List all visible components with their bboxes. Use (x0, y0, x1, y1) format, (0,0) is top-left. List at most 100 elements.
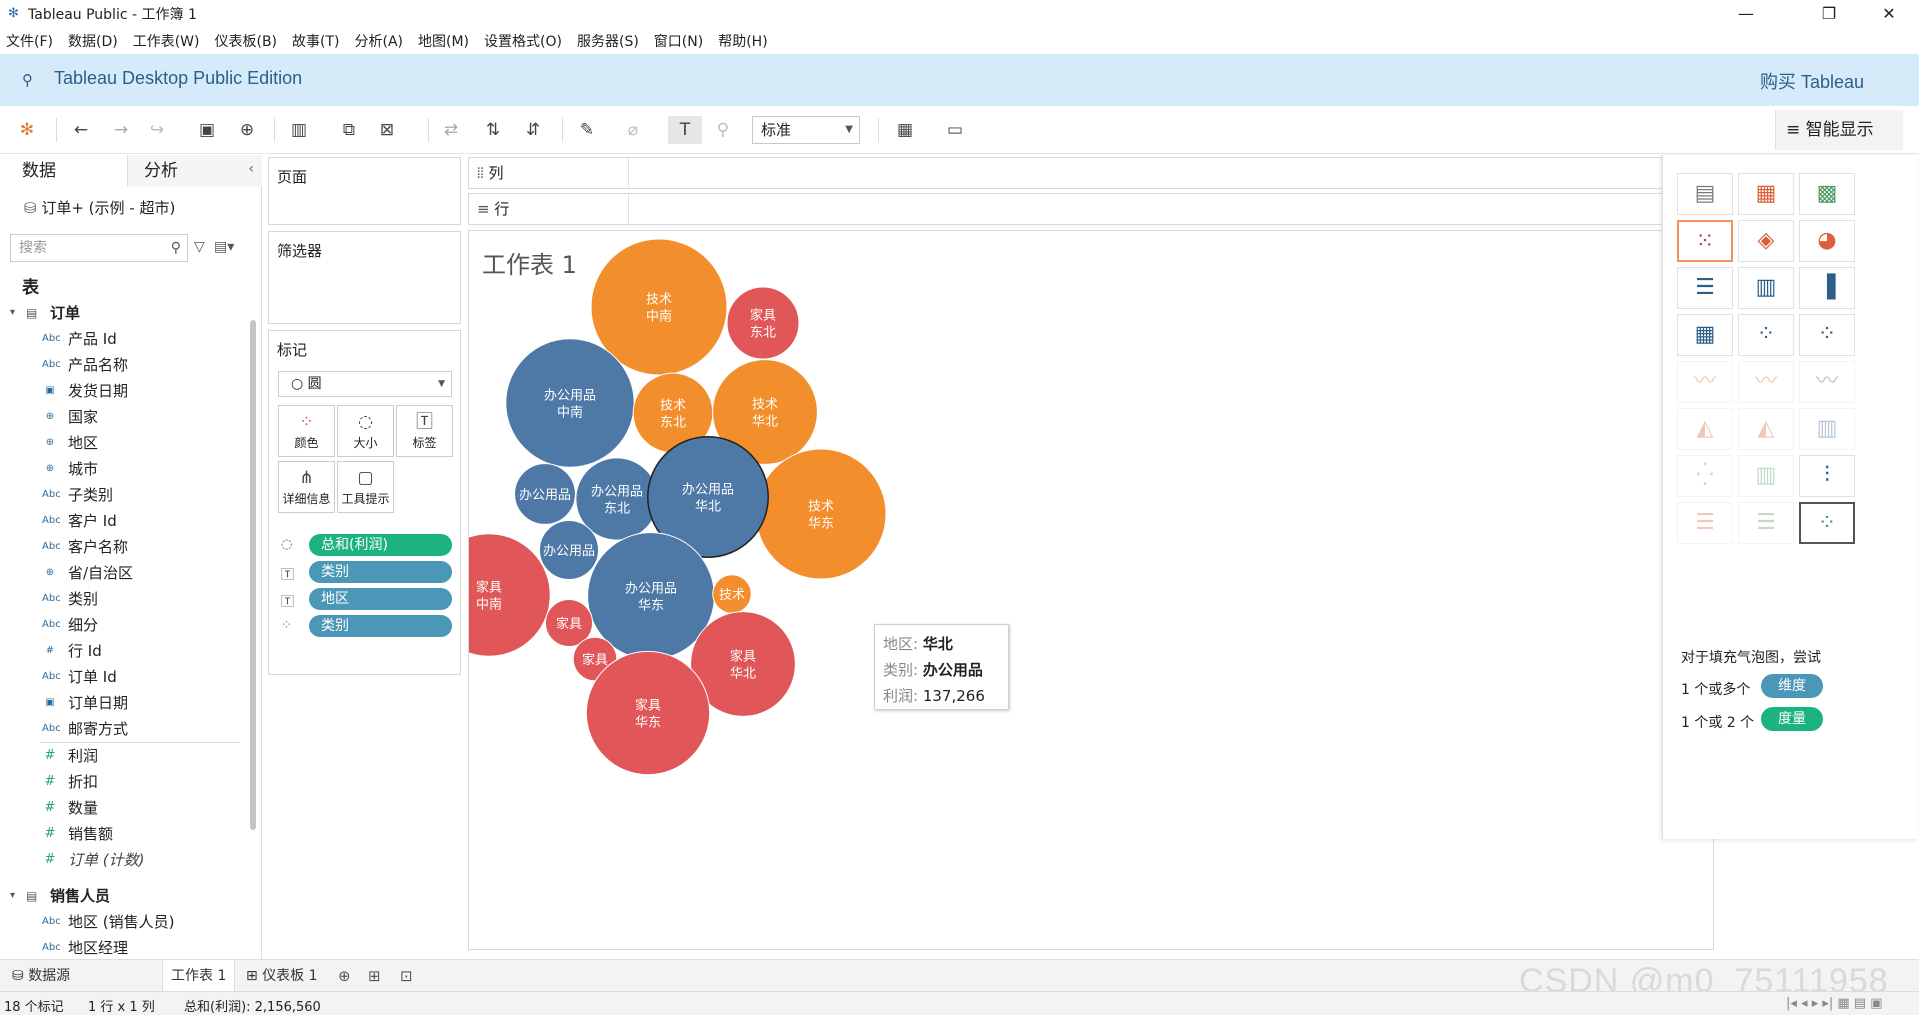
field-item[interactable]: Abc 邮寄方式 (0, 716, 248, 742)
dual-line-thumb[interactable]: 〰 (1799, 361, 1855, 403)
filters-card[interactable]: 筛选器 (268, 231, 461, 324)
save-icon[interactable]: ▣ (196, 118, 218, 142)
search-input[interactable]: 搜索 ⚲ (10, 234, 188, 262)
pages-card[interactable]: 页面 (268, 157, 461, 225)
field-item[interactable]: # 行 Id (0, 638, 248, 664)
new-datasource-icon[interactable]: ⊕ (236, 118, 258, 142)
show-labels-icon[interactable]: T (668, 116, 702, 144)
fix-axes-icon[interactable]: ⚲ (712, 118, 734, 142)
tab-datasource[interactable]: ⛁ 数据源 (4, 960, 78, 992)
field-item[interactable]: Abc 细分 (0, 612, 248, 638)
side-by-side-bar-thumb[interactable]: ▐ (1799, 267, 1855, 309)
highlight-icon[interactable]: ✎ (576, 118, 598, 142)
histogram-thumb[interactable]: ▥ (1738, 455, 1794, 497)
show-cards-icon[interactable]: ▦ (894, 118, 916, 142)
swap-rows-columns-icon[interactable]: ⇄ (440, 118, 462, 142)
field-item[interactable]: Abc 地区经理 (0, 935, 248, 961)
duplicate-sheet-icon[interactable]: ⧉ (338, 118, 360, 142)
view-options-icon[interactable]: ▤▾ (214, 239, 234, 255)
rows-shelf[interactable]: ≡ 行 (468, 193, 1714, 225)
field-item[interactable]: Abc 产品名称 (0, 352, 248, 378)
sort-descending-icon[interactable]: ⇵ (522, 118, 544, 142)
datasource-name[interactable]: ⛁ 订单+ (示例 - 超市) (24, 197, 175, 218)
label-button[interactable]: 🅃 标签 (396, 405, 453, 457)
treemap-thumb[interactable]: ▦ (1677, 314, 1733, 356)
menu-story[interactable]: 故事(T) (292, 31, 339, 51)
text-table-thumb[interactable]: ▤ (1677, 173, 1733, 215)
heat-map-thumb[interactable]: ▦ (1738, 173, 1794, 215)
group-icon[interactable]: ⌀ (622, 118, 644, 142)
bubble-mark[interactable]: 家具中南 (469, 533, 551, 657)
marks-pill-region-label[interactable]: 地区 (309, 588, 452, 610)
tab-dashboard-1[interactable]: ⊞ 仪表板 1 (238, 960, 326, 992)
field-item[interactable]: # 数量 (0, 795, 248, 821)
menu-format[interactable]: 设置格式(O) (484, 31, 562, 51)
area-discrete-thumb[interactable]: ◭ (1738, 408, 1794, 450)
field-item[interactable]: # 利润 (0, 743, 248, 769)
new-worksheet-icon[interactable]: ⊕ (338, 960, 351, 992)
undo-icon[interactable]: ← (70, 118, 92, 142)
replay-icon[interactable]: ↪ (146, 118, 168, 142)
tooltip-button[interactable]: ▢ 工具提示 (337, 461, 394, 513)
dual-combo-thumb[interactable]: ▥ (1799, 408, 1855, 450)
field-item[interactable]: # 订单 (计数) (0, 847, 248, 873)
packed-bubble-chart[interactable]: 技术中南 家具东北办公用品中南 技术东北技术华北技术华东办公用品 办公用品东北办公用品… (469, 231, 1713, 949)
packed-bubbles-thumb[interactable]: ⁘ (1799, 502, 1855, 544)
new-sheet-icon[interactable]: ▥ (288, 118, 310, 142)
bubble-mark[interactable]: 办公用品中南 (505, 338, 635, 468)
side-by-side-circle-thumb[interactable]: ⁘ (1799, 314, 1855, 356)
field-item[interactable]: # 销售额 (0, 821, 248, 847)
bullet-graph-thumb[interactable]: ☰ (1738, 502, 1794, 544)
field-item[interactable]: ⊕ 国家 (0, 404, 248, 430)
menu-window[interactable]: 窗口(N) (654, 31, 703, 51)
box-whisker-thumb[interactable]: ⫶ (1799, 455, 1855, 497)
tab-sheet-1[interactable]: 工作表 1 (162, 960, 236, 992)
stacked-bar-thumb[interactable]: ▥ (1738, 267, 1794, 309)
horizontal-bar-thumb[interactable]: ☰ (1677, 267, 1733, 309)
tab-analysis[interactable]: 分析 (128, 155, 262, 187)
bubble-mark[interactable]: 技术华东 (755, 448, 887, 580)
sheet-navigation-icons[interactable]: |◂ ◂ ▸ ▸| ▦ ▤ ▣ (1786, 996, 1883, 1011)
menu-server[interactable]: 服务器(S) (577, 31, 639, 51)
close-button[interactable]: ✕ (1866, 0, 1912, 28)
smart-show-button[interactable]: ≡ 智能显示 (1775, 110, 1903, 150)
area-continuous-thumb[interactable]: ◭ (1677, 408, 1733, 450)
marks-pill-category-label[interactable]: 类别 (309, 561, 452, 583)
buy-tableau-link[interactable]: 购买 Tableau (1760, 68, 1864, 94)
minimize-button[interactable]: — (1723, 0, 1769, 28)
new-dashboard-icon[interactable]: ⊞ (368, 960, 381, 992)
presentation-mode-icon[interactable]: ▭ (944, 118, 966, 142)
menu-file[interactable]: 文件(F) (6, 31, 53, 51)
menu-worksheet[interactable]: 工作表(W) (133, 31, 200, 51)
field-item[interactable]: ⊕ 城市 (0, 456, 248, 482)
gantt-thumb[interactable]: ☰ (1677, 502, 1733, 544)
clear-sheet-icon[interactable]: ⊠ (376, 118, 398, 142)
field-item[interactable]: Abc 客户 Id (0, 508, 248, 534)
highlight-table-thumb[interactable]: ▩ (1799, 173, 1855, 215)
mark-type-select[interactable]: ○ 圆 ▼ (278, 371, 452, 397)
sort-ascending-icon[interactable]: ⇅ (482, 118, 504, 142)
marks-pill-category-color[interactable]: 类别 (309, 615, 452, 637)
restore-button[interactable]: ❐ (1806, 0, 1852, 28)
detail-button[interactable]: ⋔ 详细信息 (278, 461, 335, 513)
field-list-scrollbar[interactable] (250, 320, 256, 830)
circle-view-thumb[interactable]: ⁘ (1738, 314, 1794, 356)
symbol-map-thumb[interactable]: ⁙ (1677, 220, 1733, 262)
bubble-mark[interactable]: 家具华东 (585, 650, 711, 776)
field-item[interactable]: Abc 类别 (0, 586, 248, 612)
bubble-mark[interactable]: 办公用品 (514, 463, 576, 525)
filter-icon[interactable]: ▽ (194, 239, 205, 255)
worksheet-view[interactable]: 工作表 1 技术 中南 家具 东北 办公用品 中南 技术 东北 技术 华北 技术 华东 办公用品 办公用品… (468, 230, 1714, 950)
bubble-mark[interactable]: 办公用品 (538, 519, 600, 581)
redo-icon[interactable]: → (110, 118, 132, 142)
bubble-mark[interactable]: 家具东北 (726, 286, 800, 360)
new-story-icon[interactable]: ⊡ (400, 960, 413, 992)
field-item[interactable]: Abc 订单 Id (0, 664, 248, 690)
fit-select[interactable]: 标准 ▼ (752, 116, 860, 144)
field-item[interactable]: Abc 地区 (销售人员) (0, 909, 248, 935)
field-item[interactable]: ▣ 订单日期 (0, 690, 248, 716)
columns-shelf[interactable]: ⦙⦙ 列 (468, 157, 1714, 189)
discrete-line-thumb[interactable]: 〰 (1738, 361, 1794, 403)
table-group[interactable]: ▾ ▤ 销售人员 (0, 883, 248, 909)
tableau-logo-icon[interactable]: ✻ (16, 118, 38, 142)
